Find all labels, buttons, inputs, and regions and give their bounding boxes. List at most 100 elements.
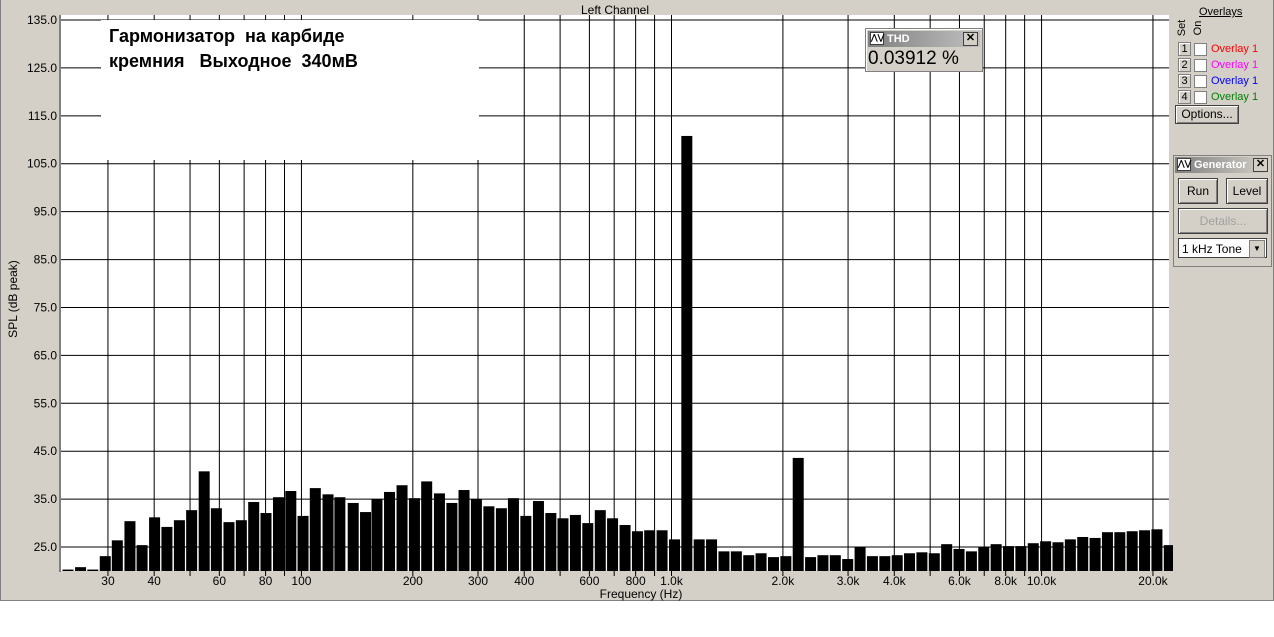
generator-panel: ⋀⋁ Generator ✕ Run Level Details... 1 kHz …	[1173, 155, 1272, 267]
spectrum-bar	[866, 556, 878, 571]
overlay-on-checkbox[interactable]	[1194, 58, 1207, 72]
spectrum-bar	[669, 539, 681, 571]
tone-select[interactable]: 1 kHz Tone ▼	[1178, 238, 1267, 258]
y-tick-label: 75.0	[34, 300, 58, 314]
spectrum-bar	[458, 490, 470, 571]
spectrum-bar	[483, 506, 495, 571]
details-button[interactable]: Details...	[1178, 208, 1268, 234]
x-tick-label: 40	[148, 574, 162, 588]
spectrum-bar	[273, 497, 285, 571]
spectrum-bar	[1139, 530, 1151, 571]
spectrum-bar	[693, 539, 705, 571]
spectrum-bar	[62, 569, 74, 571]
overlay-set-button[interactable]: 3	[1178, 74, 1191, 88]
spectrum-bar	[978, 547, 990, 571]
spectrum-bar	[360, 512, 372, 571]
spectrum-bar	[1040, 541, 1052, 571]
spectrum-bar	[371, 499, 383, 571]
y-tick-label: 65.0	[34, 348, 58, 362]
x-tick-label: 2.0k	[772, 574, 796, 588]
spectrum-bar	[1151, 529, 1163, 571]
spectrum-bar	[507, 498, 519, 571]
spectrum-bar	[421, 481, 433, 571]
spectrum-bar	[916, 552, 928, 571]
analyzer-window: Left Channel 25.0 35.0 45.0 55.0 65.0 75.0 85.…	[0, 0, 1274, 601]
spectrum-bar	[408, 498, 420, 571]
spectrum-bar	[706, 539, 718, 571]
overlay-on-checkbox[interactable]	[1194, 42, 1207, 56]
spectrum-bar	[891, 555, 903, 571]
close-icon[interactable]: ✕	[963, 32, 978, 46]
thd-meter[interactable]: ⋀⋁ THD ✕ 0.03912 %	[865, 28, 983, 72]
x-tick-label: 1.0k	[660, 574, 684, 588]
spectrum-bar	[569, 514, 581, 571]
spectrum-bar	[334, 497, 346, 571]
spectrum-bar	[124, 521, 136, 571]
options-button[interactable]: Options...	[1175, 105, 1239, 124]
overlay-label: Overlay 1	[1211, 75, 1259, 87]
x-tick-label: 400	[514, 574, 534, 588]
spectrum-bar	[1003, 546, 1015, 571]
spectrum-bar	[879, 556, 891, 571]
spectrum-bar	[854, 547, 866, 571]
spectrum-bar	[631, 531, 643, 571]
spectrum-bar	[805, 557, 817, 571]
spectrum-bar	[965, 551, 977, 571]
spectrum-bar	[1101, 532, 1113, 571]
spectrum-bar	[792, 457, 804, 571]
x-tick-label: 800	[626, 574, 646, 588]
y-tick-label: 35.0	[34, 492, 58, 506]
spectrum-bar	[1089, 537, 1101, 571]
spectrum-bar	[111, 540, 123, 571]
x-tick-label: 80	[259, 574, 273, 588]
spectrum-bar	[842, 559, 854, 571]
spectrum-bar	[433, 493, 445, 571]
spectrum-bar	[396, 485, 408, 571]
spectrum-bar	[594, 510, 606, 571]
overlay-label: Overlay 1	[1211, 43, 1259, 55]
spectrum-bar	[297, 515, 309, 571]
overlay-set-button[interactable]: 2	[1178, 58, 1191, 72]
close-icon[interactable]: ✕	[1253, 158, 1268, 172]
y-tick-label: 95.0	[34, 205, 58, 219]
spectrum-bar	[904, 553, 916, 571]
overlay-set-button[interactable]: 1	[1178, 42, 1191, 56]
overlay-label: Overlay 1	[1211, 59, 1259, 71]
spectrum-bar	[87, 569, 99, 571]
x-tick-label: 10.0k	[1027, 574, 1057, 588]
overlay-label: Overlay 1	[1211, 91, 1259, 103]
spectrum-bar	[1052, 542, 1064, 571]
x-tick-label: 200	[403, 574, 423, 588]
overlay-set-button[interactable]: 4	[1178, 90, 1191, 104]
set-column-label: Set	[1176, 19, 1188, 37]
spectrum-bar	[1114, 532, 1126, 571]
spectrum-bar	[1015, 546, 1027, 571]
spectrum-bar	[557, 518, 569, 571]
spectrum-bar	[1126, 531, 1138, 571]
spectrum-bar	[928, 553, 940, 571]
y-tick-label: 25.0	[34, 540, 58, 554]
spectrum-bar	[607, 518, 619, 571]
run-button[interactable]: Run	[1178, 178, 1218, 204]
generator-title: Generator	[1194, 159, 1247, 171]
thd-value: 0.03912 %	[868, 48, 959, 69]
spectrum-bar	[941, 544, 953, 571]
spectrum-bar	[619, 525, 631, 571]
y-tick-label: 105.0	[27, 157, 57, 171]
overlay-row-2: 2 Overlay 1	[1174, 58, 1258, 72]
spectrum-bar	[470, 499, 482, 571]
thd-titlebar[interactable]: ⋀⋁ THD ✕	[868, 31, 980, 47]
spectrum-bar	[520, 515, 532, 571]
spectrum-bar	[1027, 543, 1039, 571]
spectrum-bar	[767, 557, 779, 571]
chevron-down-icon[interactable]: ▼	[1249, 240, 1265, 258]
overlay-on-checkbox[interactable]	[1194, 74, 1207, 88]
overlay-on-checkbox[interactable]	[1194, 90, 1207, 104]
spectrum-bar	[743, 555, 755, 571]
spectrum-bar	[384, 491, 396, 571]
spectrum-bar	[1064, 539, 1076, 571]
annotation-box: Гармонизатор на карбиде кремния Выходное …	[101, 20, 479, 160]
x-tick-label: 300	[468, 574, 488, 588]
level-button[interactable]: Level	[1226, 178, 1268, 204]
generator-titlebar[interactable]: ⋀⋁ Generator ✕	[1175, 157, 1270, 173]
